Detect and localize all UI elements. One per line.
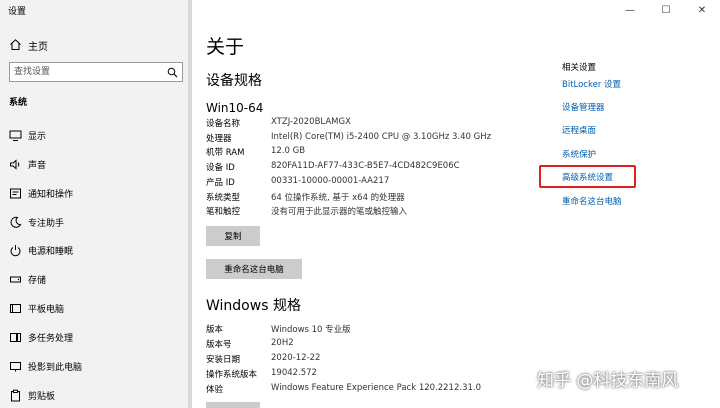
spec-row: 处理器 Intel(R) Core(TM) i5-2400 CPU @ 3.10G… <box>206 132 491 146</box>
device-manager-link[interactable]: 设备管理器 <box>562 101 605 113</box>
sidebar-item-label: 通知和操作 <box>28 190 74 200</box>
device-name: Win10-64 <box>206 101 264 115</box>
watermark: 知乎 @科技东南风 <box>537 366 678 391</box>
spec-value: Intel(R) Core(TM) i5-2400 CPU @ 3.10GHz … <box>271 132 492 142</box>
win-spec-row: 安装日期 2020-12-22 <box>206 353 320 367</box>
spec-row: 设备名称 XTZJ-2020BLAMGX <box>206 117 351 131</box>
close-button[interactable]: ✕ <box>684 0 720 20</box>
multitask-icon <box>10 333 21 342</box>
spec-value: 没有可用于此显示器的笔或触控输入 <box>271 207 408 217</box>
remote-desktop-link[interactable]: 远程桌面 <box>562 124 596 136</box>
moon-icon <box>10 216 22 228</box>
sidebar-item-notifications[interactable]: 通知和操作 <box>0 181 192 205</box>
sidebar-item-focus-assist[interactable]: 专注助手 <box>0 210 192 234</box>
spec-value: 20H2 <box>271 338 294 348</box>
spec-value: 820FA11D-AF77-433C-B5E7-4CD482C9E06C <box>271 161 460 171</box>
sidebar-item-storage[interactable]: 存储 <box>0 267 192 291</box>
spec-row: 产品 ID 00331-10000-00001-AA217 <box>206 176 389 190</box>
spec-value: 2020-12-22 <box>271 353 321 363</box>
spec-key: 笔和触控 <box>206 207 241 217</box>
maximize-button[interactable]: ☐ <box>648 0 684 20</box>
sidebar-item-label: 剪贴板 <box>28 392 56 402</box>
windows-spec-heading: Windows 规格 <box>206 298 301 314</box>
watermark-text: 知乎 @科技东南风 <box>537 371 679 391</box>
home-label: 主页 <box>28 42 48 53</box>
home-icon <box>10 39 21 50</box>
device-spec-heading: 设备规格 <box>206 73 262 89</box>
spec-row: 设备 ID 820FA11D-AF77-433C-B5E7-4CD482C9E06… <box>206 161 460 175</box>
spec-row: 笔和触控 没有可用于此显示器的笔或触控输入 <box>206 205 407 219</box>
app-title: 设置 <box>8 7 27 17</box>
spec-key: 体验 <box>206 385 224 395</box>
speaker-icon <box>10 159 20 170</box>
spec-key: 设备 ID <box>206 163 235 173</box>
sidebar-item-label: 专注助手 <box>28 219 65 229</box>
rename-pc-button[interactable]: 重命名这台电脑 <box>206 259 302 279</box>
spec-row: 系统类型 64 位操作系统, 基于 x64 的处理器 <box>206 191 405 205</box>
sidebar-item-tablet[interactable]: 平板电脑 <box>0 296 192 320</box>
system-protection-link[interactable]: 系统保护 <box>562 148 596 160</box>
sidebar-item-power[interactable]: 电源和睡眠 <box>0 238 192 262</box>
win-spec-row: 版本号 20H2 <box>206 338 294 352</box>
sidebar-item-label: 电源和睡眠 <box>28 247 74 257</box>
spec-row: 机带 RAM 12.0 GB <box>206 146 305 160</box>
storage-icon <box>10 276 21 283</box>
search-box[interactable] <box>9 62 183 82</box>
related-settings-title: 相关设置 <box>562 63 597 73</box>
sidebar-item-clipboard[interactable]: 剪贴板 <box>0 383 192 407</box>
sidebar-item-label: 声音 <box>28 161 47 171</box>
sidebar-item-label: 平板电脑 <box>28 305 65 315</box>
minimize-button[interactable]: — <box>612 0 648 20</box>
search-input[interactable] <box>14 65 164 79</box>
monitor-icon <box>9 130 22 141</box>
tablet-icon <box>10 304 21 313</box>
sidebar-item-display[interactable]: 显示 <box>0 123 192 147</box>
section-label: 系统 <box>9 98 28 108</box>
spec-key: 产品 ID <box>206 178 235 188</box>
win-spec-row: 体验 Windows Feature Experience Pack 120.22… <box>206 383 481 397</box>
notification-icon <box>10 188 21 199</box>
clipboard-icon <box>11 389 20 402</box>
bitlocker-link[interactable]: BitLocker 设置 <box>562 78 621 90</box>
spec-key: 系统类型 <box>206 193 241 203</box>
spec-key: 安装日期 <box>206 355 241 365</box>
search-icon[interactable] <box>167 67 178 78</box>
spec-key: 设备名称 <box>206 119 241 129</box>
window-controls: — ☐ ✕ <box>612 0 720 20</box>
page-title: 关于 <box>206 36 245 58</box>
highlight-box <box>539 165 636 188</box>
spec-key: 版本号 <box>206 340 232 350</box>
sidebar-item-sound[interactable]: 声音 <box>0 152 192 176</box>
sidebar-item-label: 投影到此电脑 <box>28 363 83 373</box>
spec-value: Windows 10 专业版 <box>271 325 351 335</box>
copy-button[interactable]: 复制 <box>206 226 260 246</box>
sidebar-item-project[interactable]: 投影到此电脑 <box>0 354 192 378</box>
spec-key: 操作系统版本 <box>206 370 258 380</box>
projector-icon <box>10 362 21 372</box>
main-panel: — ☐ ✕ 关于 设备规格 Win10-64 设备名称 XTZJ-2020BLAM… <box>192 0 720 408</box>
spec-key: 机带 RAM <box>206 148 245 158</box>
sidebar-item-label: 多任务处理 <box>28 334 74 344</box>
sidebar-item-multitasking[interactable]: 多任务处理 <box>0 325 192 349</box>
sidebar: 设置 主页 系统 显示 声音 通知和操作 专注助手 电源和睡眠 存储 平板电脑 … <box>0 0 192 408</box>
spec-key: 版本 <box>206 325 224 335</box>
home-nav-item[interactable]: 主页 <box>0 34 192 56</box>
win-spec-row: 版本 Windows 10 专业版 <box>206 323 351 337</box>
win-spec-row: 操作系统版本 19042.572 <box>206 368 317 382</box>
spec-value: 00331-10000-00001-AA217 <box>271 176 390 186</box>
spec-key: 处理器 <box>206 134 232 144</box>
spec-value: 19042.572 <box>271 368 317 378</box>
copy-button-partial[interactable] <box>206 402 260 408</box>
rename-pc-link[interactable]: 重命名这台电脑 <box>562 195 622 207</box>
spec-value: 64 位操作系统, 基于 x64 的处理器 <box>271 193 405 203</box>
power-icon <box>10 245 21 257</box>
spec-value: XTZJ-2020BLAMGX <box>271 117 351 127</box>
spec-value: Windows Feature Experience Pack 120.2212… <box>271 383 482 393</box>
sidebar-item-label: 存储 <box>28 276 47 286</box>
spec-value: 12.0 GB <box>271 146 306 156</box>
sidebar-item-label: 显示 <box>28 132 47 142</box>
